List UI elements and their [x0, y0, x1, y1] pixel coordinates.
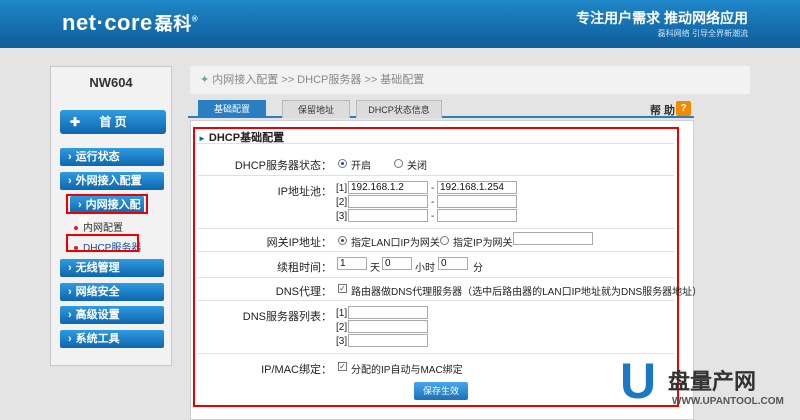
divider — [198, 175, 674, 176]
ip-pool-index-1: [1] — [336, 183, 348, 194]
dash: - — [431, 211, 435, 222]
ip-pool-index-3: [3] — [336, 211, 348, 222]
lease-minutes-input[interactable]: 0 — [438, 257, 468, 270]
divider — [198, 277, 674, 278]
chevron-right-icon: › — [68, 151, 72, 163]
gateway-lan-radio[interactable] — [338, 236, 347, 245]
highlight-box — [66, 194, 148, 214]
sidebar-item-label: 运行状态 — [75, 151, 120, 163]
ip-pool-end-3[interactable] — [437, 209, 517, 222]
chevron-right-icon: › — [68, 333, 72, 345]
home-button[interactable]: ✚ 首 页 — [60, 110, 166, 134]
dns-index-2: [2] — [336, 322, 348, 333]
sidebar-item-tools[interactable]: › 系统工具 — [60, 330, 164, 348]
triangle-right-icon: ► — [198, 134, 206, 143]
logo-text-cn: 磊科 — [154, 14, 192, 34]
top-banner: net·core 磊科® 专注用户需求 推动网络应用 磊科网络 引导全界新潮流 — [0, 0, 800, 48]
dns-server-2-input[interactable] — [348, 320, 428, 333]
lease-days-unit: 天 — [370, 263, 380, 274]
divider — [198, 300, 674, 301]
lease-hours-input[interactable]: 0 — [382, 257, 412, 270]
watermark: U 盘量产网 WWW.UPANTOOL.COM — [620, 356, 800, 420]
dhcp-status-label: DHCP服务器状态： — [234, 160, 332, 172]
ipmac-label: IP/MAC绑定： — [261, 364, 332, 376]
dns-list-label: DNS服务器列表： — [242, 311, 332, 323]
sidebar-item-label: 高级设置 — [75, 309, 120, 321]
dns-server-3-input[interactable] — [348, 334, 428, 347]
tab-reserved-address[interactable]: 保留地址 — [282, 100, 350, 118]
ip-pool-end-1[interactable]: 192.168.1.254 — [437, 181, 517, 194]
lease-days-input[interactable]: 1 — [337, 257, 367, 270]
lease-hours-unit: 小时 — [415, 263, 435, 274]
ip-pool-start-3[interactable] — [348, 209, 428, 222]
dhcp-on-label: 开启 — [351, 161, 371, 172]
help-link[interactable]: 帮 助 — [650, 102, 675, 118]
chevron-right-icon: › — [68, 286, 72, 298]
sidebar-item-status[interactable]: › 运行状态 — [60, 148, 164, 166]
device-model: NW604 — [89, 75, 133, 90]
dns-index-1: [1] — [336, 308, 348, 319]
sidebar-item-advanced[interactable]: › 高级设置 — [60, 306, 164, 324]
dns-server-1-input[interactable] — [348, 306, 428, 319]
brand-logo: net·core 磊科® — [62, 10, 198, 36]
chevron-right-icon: › — [68, 175, 72, 187]
save-button[interactable]: 保存生效 — [414, 382, 468, 400]
watermark-letter: U — [620, 353, 657, 409]
ip-pool-end-2[interactable] — [437, 195, 517, 208]
sidebar-item-security[interactable]: › 网络安全 — [60, 283, 164, 301]
divider — [198, 143, 674, 144]
registered-mark: ® — [191, 14, 199, 24]
ip-pool-label: IP地址池： — [277, 186, 332, 198]
lease-label: 续租时间： — [277, 262, 332, 274]
ipmac-text: 分配的IP自动与MAC绑定 — [351, 365, 463, 376]
ip-pool-start-2[interactable] — [348, 195, 428, 208]
ipmac-checkbox[interactable]: ✓ — [338, 362, 347, 371]
sidebar-item-wireless[interactable]: › 无线管理 — [60, 259, 164, 277]
sidebar-item-label: 无线管理 — [75, 262, 120, 274]
chevron-right-icon: › — [68, 262, 72, 274]
submenu-label: 内网配置 — [83, 223, 123, 234]
dns-proxy-text: 路由器做DNS代理服务器（选中后路由器的LAN口IP地址就为DNS服务器地址） — [351, 287, 703, 298]
dash: - — [431, 197, 435, 208]
slogan-sub: 磊科网络 引导全界新潮流 — [657, 29, 748, 38]
gateway-ip-input[interactable] — [513, 232, 593, 245]
breadcrumb: ✦ 内网接入配置 >> DHCP服务器 >> 基础配置 — [190, 66, 750, 94]
highlight-box — [66, 234, 139, 252]
bullet-icon — [74, 226, 78, 231]
dns-proxy-label: DNS代理： — [275, 286, 332, 298]
help-icon[interactable]: ? — [676, 101, 691, 116]
dhcp-on-radio[interactable] — [338, 159, 347, 168]
breadcrumb-text: 内网接入配置 >> DHCP服务器 >> 基础配置 — [212, 74, 425, 86]
watermark-url: WWW.UPANTOOL.COM — [672, 396, 784, 407]
gateway-label: 网关IP地址： — [266, 237, 332, 249]
gateway-custom-label: 指定IP为网关 — [453, 238, 513, 249]
logo-text-en: net·core — [62, 10, 153, 35]
watermark-text: 盘量产网 — [668, 369, 757, 394]
gateway-custom-radio[interactable] — [440, 236, 449, 245]
divider — [198, 353, 674, 354]
dhcp-off-radio[interactable] — [394, 159, 403, 168]
tab-basic-config[interactable]: 基础配置 — [198, 100, 266, 118]
sidebar-item-label: 网络安全 — [75, 286, 120, 298]
sidebar-item-label: 外网接入配置 — [75, 175, 142, 187]
sidebar-item-label: 系统工具 — [75, 333, 120, 345]
home-label: 首 页 — [99, 115, 127, 129]
divider — [198, 251, 674, 252]
home-plus-icon: ✚ — [70, 115, 81, 129]
submenu-lan-config[interactable]: 内网配置 — [74, 219, 123, 234]
chevron-right-icon: › — [68, 309, 72, 321]
ip-pool-index-2: [2] — [336, 197, 348, 208]
tab-dhcp-status[interactable]: DHCP状态信息 — [356, 100, 442, 118]
slogan: 专注用户需求 推动网络应用 — [576, 10, 748, 26]
divider — [198, 228, 674, 229]
ip-pool-start-1[interactable]: 192.168.1.2 — [348, 181, 428, 194]
dns-proxy-checkbox[interactable]: ✓ — [338, 284, 347, 293]
lease-minutes-unit: 分 — [473, 263, 483, 274]
dhcp-off-label: 关闭 — [407, 161, 427, 172]
dns-index-3: [3] — [336, 336, 348, 347]
breadcrumb-icon: ✦ — [200, 74, 210, 86]
dash: - — [431, 183, 435, 194]
gateway-lan-label: 指定LAN口IP为网关 — [351, 238, 440, 249]
sidebar-item-wan[interactable]: › 外网接入配置 — [60, 172, 164, 190]
